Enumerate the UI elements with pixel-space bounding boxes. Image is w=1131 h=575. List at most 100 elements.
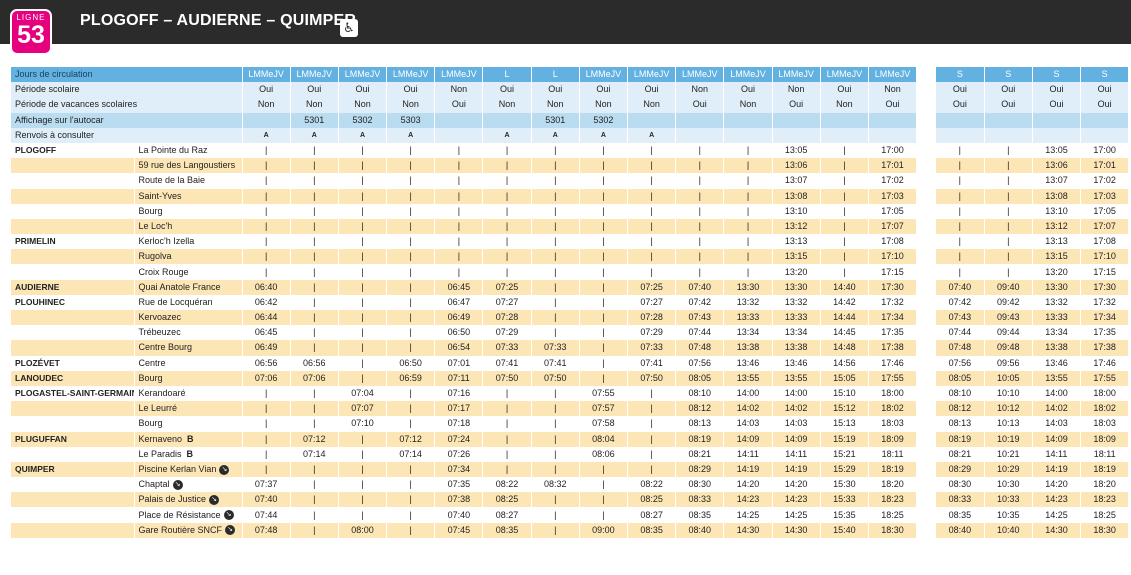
time-cell: 07:01 [434,355,484,371]
time-cell: | [434,249,484,265]
table-row: 07:42 09:42 13:32 17:32 [936,294,1130,310]
timetable-weekday: Jours de circulation LMMeJV LMMeJV LMMeJV LM… [11,67,918,538]
time-cell: 10:05 [984,370,1033,386]
header-cell: A [531,127,580,143]
header-cell: LMMeJV [772,67,821,83]
time-cell: 08:13 [675,416,725,432]
time-cell: | [723,142,773,159]
time-cell: | [627,188,677,204]
time-cell: 13:33 [772,310,821,326]
time-cell: | [579,325,629,341]
stop-name: Bourg [134,416,243,432]
header-cell: A [482,127,532,143]
time-cell: | [984,249,1033,265]
table-row: 08:10 10:10 14:00 18:00 [936,385,1130,402]
time-cell: | [531,264,580,280]
table-row: 08:40 10:40 14:30 18:30 [936,522,1130,538]
time-cell: 14:09 [772,431,821,447]
time-cell: 07:33 [531,340,580,356]
time-cell: 07:27 [482,294,532,310]
town-name [11,492,135,508]
table-row: 08:12 10:12 14:02 18:02 [936,401,1130,417]
header-cell: Non [579,97,629,113]
time-cell: | [984,264,1033,280]
time-cell: | [579,370,629,386]
stop-label: Bourg [138,372,163,383]
time-cell: 17:35 [1080,325,1130,341]
time-cell: 17:00 [868,142,918,159]
time-cell: 08:21 [936,446,985,462]
stop-name: Saint-Yves [134,188,243,204]
town-name [11,416,135,432]
time-cell: 07:16 [434,385,484,402]
time-cell: | [531,522,580,538]
town-name: PLUGUFFAN [11,431,135,447]
header-cell: Oui [1032,97,1082,113]
table-row: Le Paradis B | 07:14 | 07:14 07:26 | | 08:06 | 08:2… [11,446,918,462]
time-cell: | [531,401,580,417]
time-cell: 18:23 [868,492,918,508]
stop-label: Le Paradis [138,448,182,459]
header-cell: Oui [936,82,985,98]
line-number: 53 [17,21,45,49]
header-row: Période scolaire Oui Oui Oui Oui Non Oui Oui Oui… [11,82,918,98]
time-cell: 13:30 [1032,279,1082,295]
time-cell: 10:35 [984,507,1033,523]
header-cell: A [386,127,436,143]
time-cell: 13:08 [1032,188,1082,204]
time-cell: | [820,173,869,189]
time-cell: 10:33 [984,492,1033,508]
time-cell: 14:25 [723,507,773,523]
time-cell: | [242,173,291,189]
time-cell: 14:00 [772,385,821,402]
time-cell: | [936,218,985,235]
time-cell: 08:29 [936,461,985,478]
time-cell: 14:40 [820,279,869,295]
time-cell: 14:03 [1032,416,1082,432]
header-cell [984,127,1033,143]
header-cell: Oui [984,82,1033,98]
time-cell: 13:55 [723,370,773,386]
time-cell: 17:07 [1080,218,1130,235]
time-cell: 14:20 [1032,477,1082,493]
time-cell: | [936,142,985,159]
time-cell: | [242,203,291,219]
time-cell: | [984,142,1033,159]
header-cell [434,127,484,143]
time-cell: 13:13 [1032,234,1082,250]
stop-name: Trébeuzec [134,325,243,341]
time-cell: | [242,249,291,265]
time-cell: 17:03 [868,188,918,204]
time-cell: | [482,385,532,402]
time-cell: | [242,461,291,478]
time-cell: | [242,158,291,174]
time-cell: 07:34 [434,461,484,478]
time-cell: | [984,173,1033,189]
time-cell: | [290,325,339,341]
time-cell: 07:41 [482,355,532,371]
time-cell: | [723,173,773,189]
time-cell: | [531,234,580,250]
time-cell: 07:43 [675,310,725,326]
time-cell: 15:13 [820,416,869,432]
time-cell: | [627,234,677,250]
town-name [11,340,135,356]
time-cell: 14:30 [772,522,821,538]
time-cell: | [338,370,388,386]
time-cell: 15:12 [820,401,869,417]
time-cell: | [338,431,388,447]
stop-name: La Pointe du Raz [134,142,243,159]
table-row: 08:13 10:13 14:03 18:03 [936,416,1130,432]
time-cell: | [482,188,532,204]
time-cell: | [482,203,532,219]
time-cell: | [482,218,532,235]
time-cell: 14:03 [723,416,773,432]
time-cell: | [579,310,629,326]
table-row: PLOZÉVET Centre 06:56 06:56 | 06:50 07:01 07:41… [11,355,918,371]
header-cell: Non [675,82,725,98]
time-cell: 14:11 [772,446,821,462]
top-bar: LIGNE 53 PLOGOFF – AUDIERNE – QUIMPER ♿ [0,0,1131,55]
b-mark: B [187,433,194,444]
time-cell: 13:20 [772,264,821,280]
time-cell: 07:38 [434,492,484,508]
